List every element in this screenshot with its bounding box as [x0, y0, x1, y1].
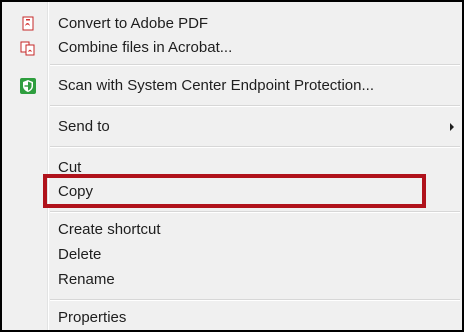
menu-item-properties[interactable]: Properties — [2, 306, 462, 330]
menu-separator — [50, 299, 460, 301]
pdf-convert-icon — [20, 16, 36, 32]
menu-item-label: Combine files in Acrobat... — [58, 39, 233, 56]
menu-item-label: Properties — [58, 309, 127, 326]
shield-scan-icon — [20, 78, 36, 94]
menu-item-create-shortcut[interactable]: Create shortcut — [2, 218, 462, 242]
menu-item-rename[interactable]: Rename — [2, 268, 462, 292]
menu-item-label: Rename — [58, 271, 115, 288]
copy-highlight-box — [43, 174, 426, 208]
menu-item-label: Send to — [58, 118, 110, 135]
menu-item-label: Convert to Adobe PDF — [58, 15, 209, 32]
menu-separator — [50, 64, 460, 66]
menu-item-delete[interactable]: Delete — [2, 243, 462, 267]
menu-separator — [50, 146, 460, 148]
menu-item-label: Delete — [58, 246, 102, 263]
menu-separator — [50, 105, 460, 107]
menu-item-scan-endpoint-protection[interactable]: Scan with System Center Endpoint Protect… — [2, 74, 462, 98]
menu-item-label: Scan with System Center Endpoint Protect… — [58, 77, 374, 94]
context-menu: Convert to Adobe PDF Combine files in Ac… — [0, 0, 464, 332]
menu-item-label: Create shortcut — [58, 221, 161, 238]
submenu-arrow-icon — [450, 123, 454, 131]
acrobat-combine-icon — [20, 40, 36, 56]
menu-item-convert-to-pdf[interactable]: Convert to Adobe PDF — [2, 12, 462, 36]
menu-separator — [50, 211, 460, 213]
menu-item-combine-files[interactable]: Combine files in Acrobat... — [2, 36, 462, 60]
menu-item-send-to[interactable]: Send to — [2, 115, 462, 139]
